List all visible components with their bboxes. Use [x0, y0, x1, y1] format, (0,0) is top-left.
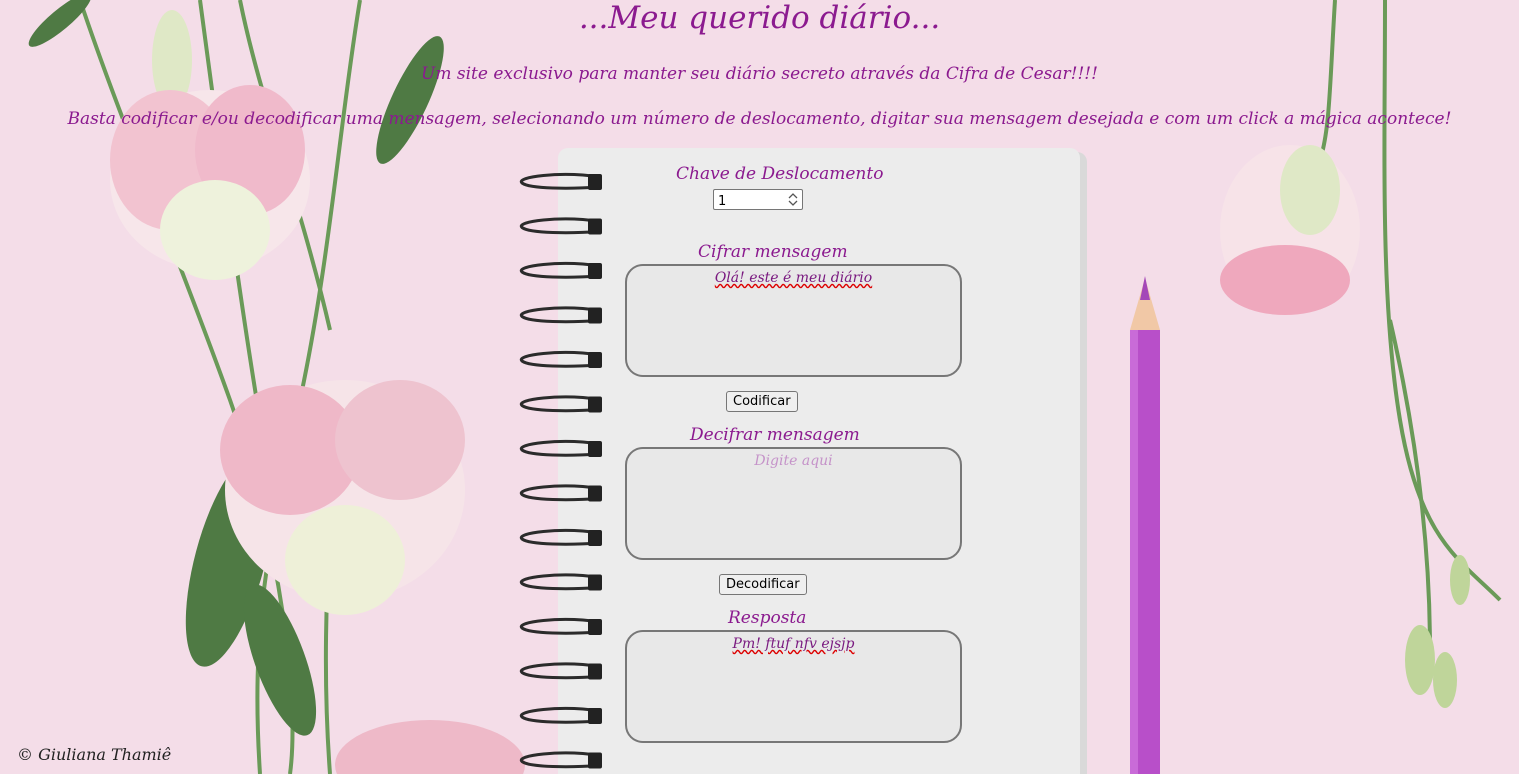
spiral-hole	[588, 441, 602, 457]
spinner-arrows-icon[interactable]	[786, 192, 800, 207]
spiral-hole	[588, 263, 602, 279]
spiral-hole	[588, 218, 602, 235]
flower-bottom	[335, 720, 525, 774]
result-label: Resposta	[728, 608, 807, 628]
spiral-hole	[588, 307, 602, 324]
shift-key-label: Chave de Deslocamento	[676, 164, 884, 184]
page-title: ...Meu querido diário...	[578, 0, 941, 36]
spiral-hole	[588, 396, 602, 413]
encode-text: Olá! este é meu diário	[714, 270, 873, 286]
spiral-hole	[588, 574, 602, 591]
decode-button[interactable]: Decodificar	[719, 574, 807, 595]
spiral-hole	[588, 708, 602, 724]
decode-textarea[interactable]: Digite aqui	[625, 447, 962, 560]
result-text: Pm! ftuf nfv ejsjp	[732, 636, 855, 652]
flower-stems-right	[1318, 0, 1502, 651]
spiral-hole	[588, 485, 602, 502]
spiral-hole	[588, 619, 602, 635]
page-instructions: Basta codificar e/ou decodificar uma men…	[67, 109, 1452, 129]
encode-textarea[interactable]: Olá! este é meu diário	[625, 264, 962, 377]
encode-button[interactable]: Codificar	[726, 391, 798, 412]
decode-label: Decifrar mensagem	[690, 425, 860, 445]
footer-credit: © Giuliana Thamiê	[17, 745, 172, 764]
spiral-hole	[588, 663, 602, 680]
decode-placeholder: Digite aqui	[754, 453, 833, 469]
encode-label: Cifrar mensagem	[698, 242, 848, 262]
result-textarea[interactable]: Pm! ftuf nfv ejsjp	[625, 630, 962, 743]
shift-key-input-wrapper	[713, 189, 803, 211]
page-subtitle: Um site exclusivo para manter seu diário…	[421, 64, 1098, 84]
buds-right	[1405, 555, 1470, 708]
spiral-hole	[588, 752, 602, 769]
pencil-illustration	[1130, 276, 1160, 774]
spiral-hole	[588, 352, 602, 368]
flower-top-right	[1220, 145, 1360, 315]
shift-key-input[interactable]	[714, 192, 788, 211]
spiral-hole	[588, 174, 602, 190]
spiral-hole	[588, 530, 602, 546]
